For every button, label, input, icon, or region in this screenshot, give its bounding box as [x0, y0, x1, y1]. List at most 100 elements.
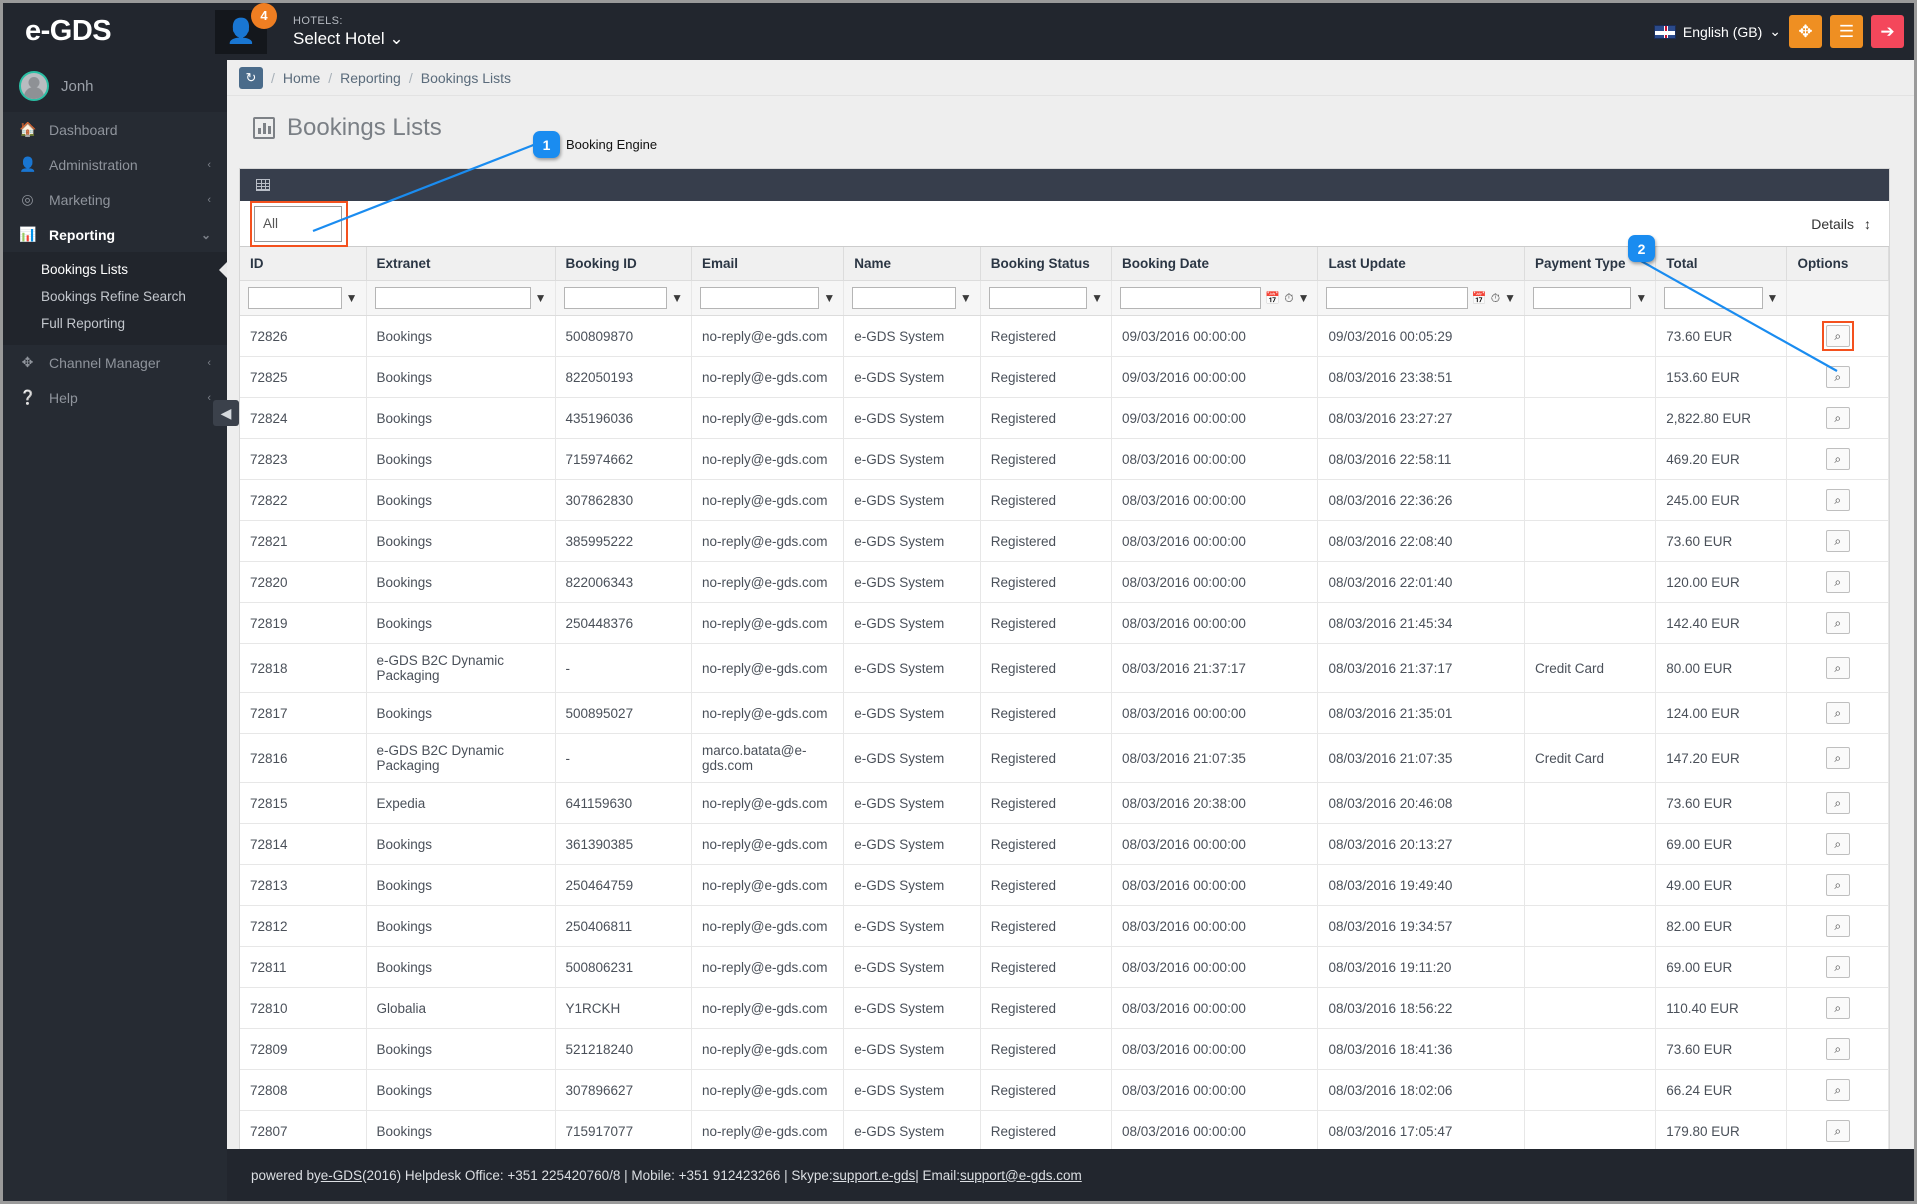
- filter-input-payment-type[interactable]: [1532, 287, 1632, 309]
- table-row[interactable]: 72811 Bookings 500806231 no-reply@e-gds.com…: [240, 946, 1889, 988]
- sidebar-item-administration[interactable]: 👤 Administration ‹: [3, 147, 227, 182]
- menu-button[interactable]: ☰: [1830, 15, 1863, 48]
- table-row[interactable]: 72826 Bookings 500809870 no-reply@e-gds.com…: [240, 315, 1889, 357]
- filter-icon[interactable]: ▼: [1298, 292, 1310, 304]
- sidebar-user[interactable]: Jonh: [3, 60, 227, 112]
- row-details-button[interactable]: ⌕: [1825, 833, 1850, 855]
- row-details-button[interactable]: ⌕: [1825, 1079, 1850, 1101]
- table-row[interactable]: 72819 Bookings 250448376 no-reply@e-gds.com…: [240, 602, 1889, 644]
- filter-icon[interactable]: ▼: [960, 292, 972, 304]
- row-details-button[interactable]: ⌕: [1825, 1038, 1850, 1060]
- brand-logo[interactable]: e-GDS: [3, 3, 227, 60]
- logout-button[interactable]: ➔: [1871, 15, 1904, 48]
- row-details-button[interactable]: ⌕: [1825, 956, 1850, 978]
- row-details-button[interactable]: ⌕: [1825, 448, 1850, 470]
- row-details-button[interactable]: ⌕: [1825, 874, 1850, 896]
- footer-brand-link[interactable]: e-GDS: [321, 1168, 362, 1183]
- table-row[interactable]: 72821 Bookings 385995222 no-reply@e-gds.com…: [240, 520, 1889, 562]
- column-header-booking-status[interactable]: Booking Status: [980, 247, 1112, 281]
- row-details-button[interactable]: ⌕: [1825, 366, 1850, 388]
- footer-skype-link[interactable]: support.e-gds: [833, 1168, 916, 1183]
- table-row[interactable]: 72814 Bookings 361390385 no-reply@e-gds.com…: [240, 823, 1889, 865]
- filter-icon[interactable]: ▼: [1635, 292, 1647, 304]
- filter-input-booking-id[interactable]: [563, 287, 668, 309]
- filter-input-name[interactable]: [852, 287, 956, 309]
- filter-input-last-update[interactable]: [1326, 287, 1468, 309]
- user-notifications-button[interactable]: 👤 4: [215, 2, 277, 54]
- table-row[interactable]: 72813 Bookings 250464759 no-reply@e-gds.com…: [240, 864, 1889, 906]
- filter-icon[interactable]: ▼: [823, 292, 835, 304]
- column-header-email[interactable]: Email: [691, 247, 845, 281]
- table-row[interactable]: 72807 Bookings 715917077 no-reply@e-gds.com…: [240, 1110, 1889, 1152]
- column-header-id[interactable]: ID: [240, 247, 367, 281]
- sidebar-item-bookings-lists[interactable]: Bookings Lists: [3, 256, 227, 283]
- row-details-button[interactable]: ⌕: [1825, 530, 1850, 552]
- sidebar-item-marketing[interactable]: ◎ Marketing ‹: [3, 182, 227, 217]
- row-details-button[interactable]: ⌕: [1825, 489, 1850, 511]
- row-details-button[interactable]: ⌕: [1821, 321, 1854, 351]
- calendar-icon[interactable]: 📅: [1265, 291, 1280, 305]
- breadcrumb-item-reporting[interactable]: Reporting: [340, 70, 401, 86]
- hotel-selector[interactable]: HOTELS: Select Hotel ⌄: [293, 15, 404, 48]
- column-header-extranet[interactable]: Extranet: [366, 247, 556, 281]
- row-details-button[interactable]: ⌕: [1825, 702, 1850, 724]
- filter-input-email[interactable]: [700, 287, 820, 309]
- table-row[interactable]: 72824 Bookings 435196036 no-reply@e-gds.com…: [240, 397, 1889, 439]
- column-header-booking-date[interactable]: Booking Date: [1111, 247, 1319, 281]
- breadcrumb-item-home[interactable]: Home: [283, 70, 320, 86]
- footer-email-link[interactable]: support@e-gds.com: [960, 1168, 1082, 1183]
- filter-input-booking-status[interactable]: [988, 287, 1088, 309]
- sidebar-collapse-button[interactable]: ◀: [213, 400, 239, 426]
- table-row[interactable]: 72812 Bookings 250406811 no-reply@e-gds.com…: [240, 905, 1889, 947]
- fullscreen-button[interactable]: ✥: [1789, 15, 1822, 48]
- row-details-button[interactable]: ⌕: [1825, 1120, 1850, 1142]
- sidebar-item-help[interactable]: ❔ Help ‹: [3, 380, 227, 415]
- sidebar-item-dashboard[interactable]: 🏠 Dashboard: [3, 112, 227, 147]
- clock-icon[interactable]: ⏱: [1284, 291, 1293, 306]
- filter-input-total[interactable]: [1664, 287, 1763, 309]
- table-row[interactable]: 72815 Expedia 641159630 no-reply@e-gds.com e…: [240, 782, 1889, 824]
- column-header-booking-id[interactable]: Booking ID: [555, 247, 692, 281]
- clock-icon[interactable]: ⏱: [1491, 291, 1500, 306]
- row-details-button[interactable]: ⌕: [1825, 997, 1850, 1019]
- filter-input-extranet[interactable]: [374, 287, 531, 309]
- row-details-button[interactable]: ⌕: [1825, 792, 1850, 814]
- refresh-button[interactable]: ↻: [239, 66, 263, 89]
- details-select[interactable]: Details ↕: [1811, 216, 1875, 232]
- row-details-button[interactable]: ⌕: [1825, 915, 1850, 937]
- row-details-button[interactable]: ⌕: [1825, 657, 1850, 679]
- table-row[interactable]: 72823 Bookings 715974662 no-reply@e-gds.com…: [240, 438, 1889, 480]
- filter-input-id[interactable]: [248, 287, 342, 309]
- filter-icon[interactable]: ▼: [346, 292, 358, 304]
- table-row[interactable]: 72816 e-GDS B2C Dynamic Packaging - marco.b…: [240, 733, 1889, 783]
- row-details-button[interactable]: ⌕: [1825, 612, 1850, 634]
- table-row[interactable]: 72808 Bookings 307896627 no-reply@e-gds.com…: [240, 1069, 1889, 1111]
- table-row[interactable]: 72810 Globalia Y1RCKH no-reply@e-gds.com e-G…: [240, 987, 1889, 1029]
- table-row[interactable]: 72822 Bookings 307862830 no-reply@e-gds.com…: [240, 479, 1889, 521]
- filter-icon[interactable]: ▼: [1767, 292, 1779, 304]
- booking-engine-select[interactable]: All: [254, 205, 342, 242]
- column-header-total[interactable]: Total: [1655, 247, 1788, 281]
- table-row[interactable]: 72825 Bookings 822050193 no-reply@e-gds.com…: [240, 356, 1889, 398]
- table-row[interactable]: 72818 e-GDS B2C Dynamic Packaging - no-repl…: [240, 643, 1889, 693]
- column-header-name[interactable]: Name: [843, 247, 981, 281]
- table-row[interactable]: 72817 Bookings 500895027 no-reply@e-gds.com…: [240, 692, 1889, 734]
- sidebar-item-channel-manager[interactable]: ✥ Channel Manager ‹: [3, 345, 227, 380]
- language-selector[interactable]: English (GB) ⌄: [1653, 23, 1781, 40]
- row-details-button[interactable]: ⌕: [1825, 407, 1850, 429]
- table-row[interactable]: 72809 Bookings 521218240 no-reply@e-gds.com…: [240, 1028, 1889, 1070]
- calendar-icon[interactable]: 📅: [1472, 291, 1487, 305]
- filter-icon[interactable]: ▼: [535, 292, 547, 304]
- sidebar-item-reporting[interactable]: 📊 Reporting ⌄: [3, 217, 227, 252]
- filter-icon[interactable]: ▼: [1504, 292, 1516, 304]
- filter-icon[interactable]: ▼: [671, 292, 683, 304]
- filter-input-booking-date[interactable]: [1119, 287, 1262, 309]
- column-header-last-update[interactable]: Last Update: [1317, 247, 1525, 281]
- filter-icon[interactable]: ▼: [1091, 292, 1103, 304]
- sidebar-item-bookings-refine-search[interactable]: Bookings Refine Search: [3, 283, 227, 310]
- row-details-button[interactable]: ⌕: [1825, 747, 1850, 769]
- sidebar-item-full-reporting[interactable]: Full Reporting: [3, 310, 227, 337]
- table-row[interactable]: 72820 Bookings 822006343 no-reply@e-gds.com…: [240, 561, 1889, 603]
- row-details-button[interactable]: ⌕: [1825, 571, 1850, 593]
- column-header-payment-type[interactable]: Payment Type: [1524, 247, 1657, 281]
